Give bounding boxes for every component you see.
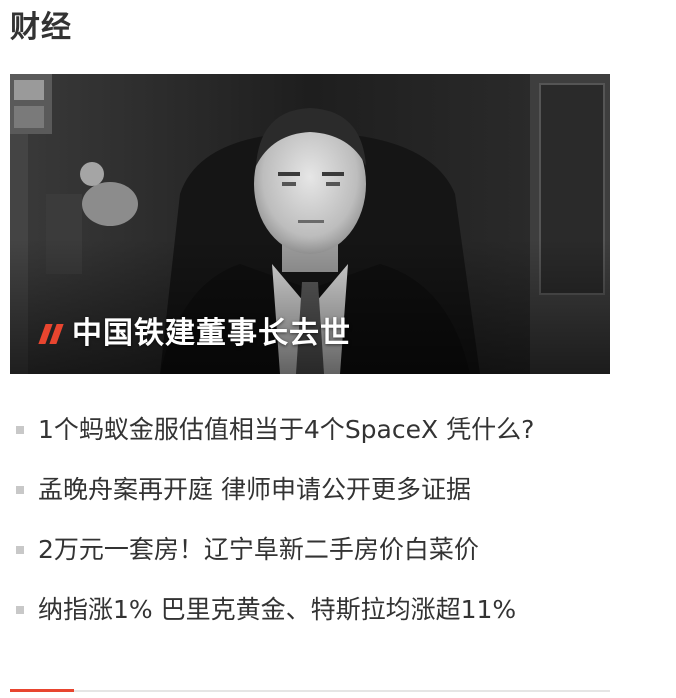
hero-news-card[interactable]: 中国铁建董事长去世 <box>10 74 610 374</box>
bullet-square-icon <box>16 426 24 434</box>
list-item[interactable]: 1个蚂蚁金服估值相当于4个SpaceX 凭什么? <box>10 400 650 460</box>
news-link[interactable]: 孟晚舟案再开庭 律师申请公开更多证据 <box>38 473 471 507</box>
news-link[interactable]: 纳指涨1% 巴里克黄金、特斯拉均涨超11% <box>38 593 516 627</box>
double-slash-icon <box>38 324 64 344</box>
news-link[interactable]: 1个蚂蚁金服估值相当于4个SpaceX 凭什么? <box>38 413 534 447</box>
news-list: 1个蚂蚁金服估值相当于4个SpaceX 凭什么? 孟晚舟案再开庭 律师申请公开更… <box>10 400 650 640</box>
list-item[interactable]: 2万元一套房！辽宁阜新二手房价白菜价 <box>10 520 650 580</box>
hero-headline[interactable]: 中国铁建董事长去世 <box>72 314 351 354</box>
list-item[interactable]: 纳指涨1% 巴里克黄金、特斯拉均涨超11% <box>10 580 650 640</box>
section-divider-accent <box>10 689 74 692</box>
bullet-square-icon <box>16 606 24 614</box>
hero-caption[interactable]: 中国铁建董事长去世 <box>38 314 351 354</box>
section-title: 财经 <box>10 10 72 45</box>
bullet-square-icon <box>16 546 24 554</box>
bullet-square-icon <box>16 486 24 494</box>
section-divider <box>10 690 610 692</box>
list-item[interactable]: 孟晚舟案再开庭 律师申请公开更多证据 <box>10 460 650 520</box>
news-link[interactable]: 2万元一套房！辽宁阜新二手房价白菜价 <box>38 533 479 567</box>
